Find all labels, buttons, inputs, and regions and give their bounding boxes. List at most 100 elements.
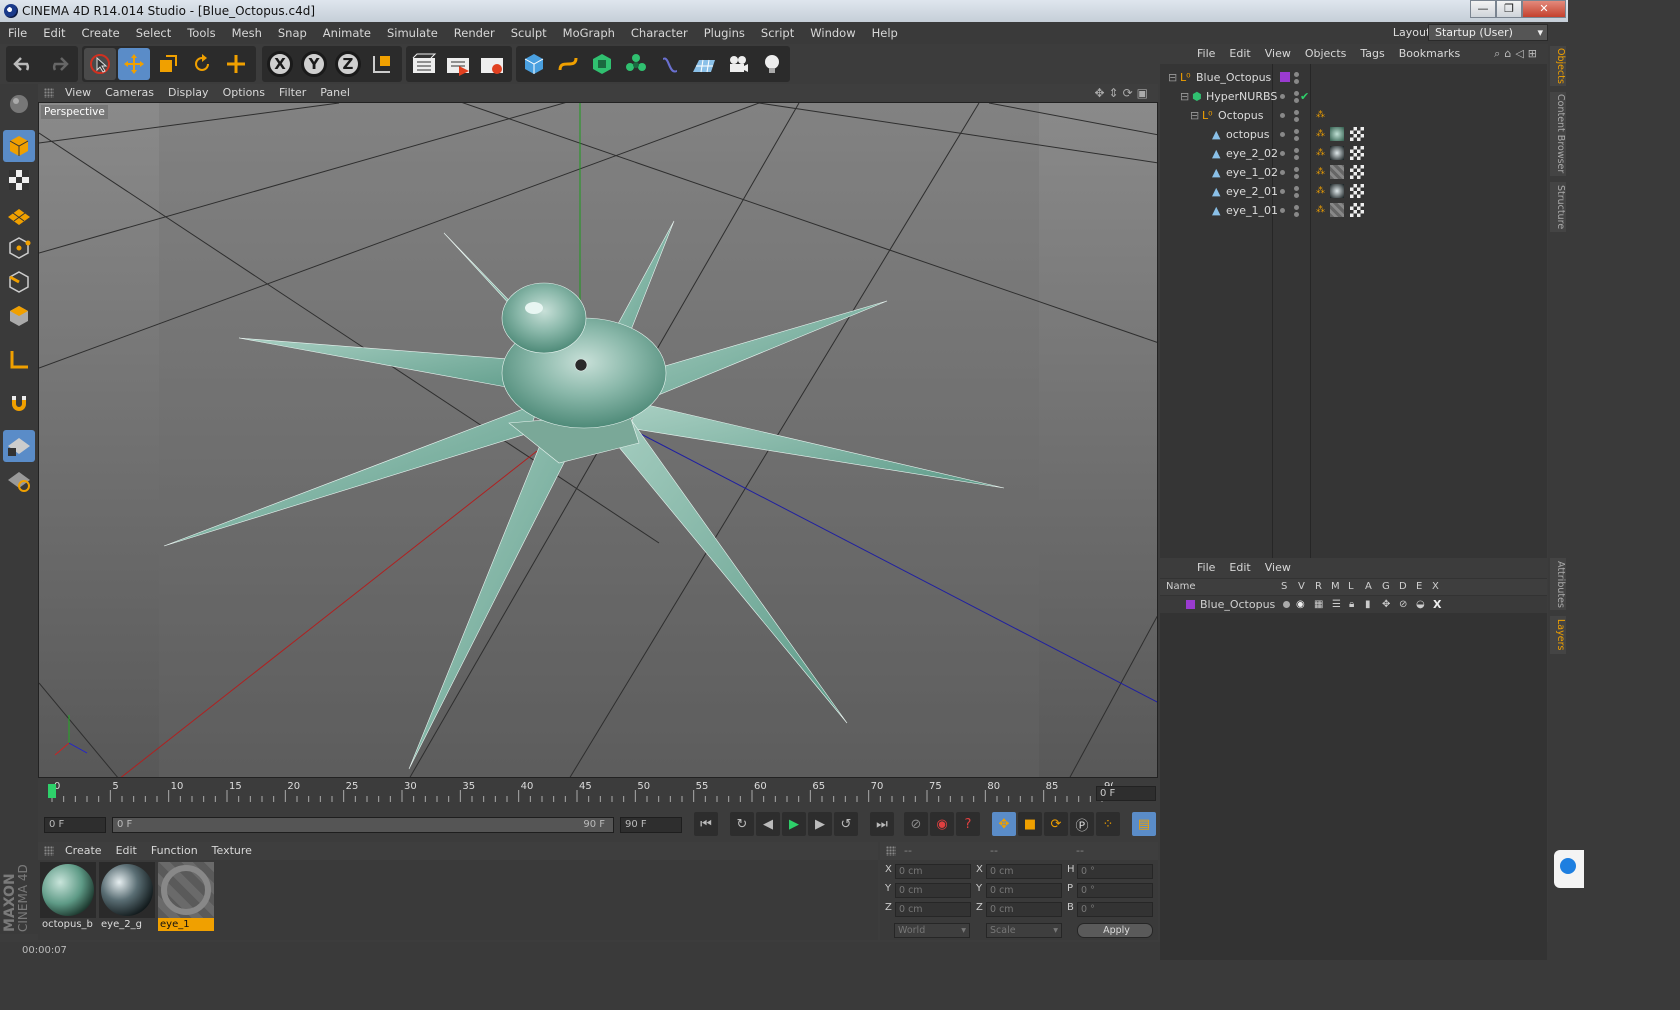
- timeline-ruler[interactable]: 051015202530354045505560657075808590: [48, 780, 1113, 804]
- layer-menu-edit[interactable]: Edit: [1222, 558, 1257, 578]
- frame-range-slider[interactable]: 0 F 90 F: [112, 817, 614, 833]
- object-row[interactable]: ⊟ L⁰ Octopus ⁂: [1160, 106, 1547, 125]
- menu-help[interactable]: Help: [864, 22, 906, 44]
- menu-mesh[interactable]: Mesh: [224, 22, 270, 44]
- material-tag-icon[interactable]: [1330, 127, 1344, 141]
- loop-icon[interactable]: ↻: [730, 812, 754, 836]
- live-selection-icon[interactable]: [84, 48, 116, 80]
- object-row[interactable]: ▲ eye_2_01 ⁂: [1160, 182, 1547, 201]
- material-menu-create[interactable]: Create: [58, 842, 109, 860]
- manager-icon[interactable]: ☰: [1332, 596, 1341, 613]
- obj-menu-bookmarks[interactable]: Bookmarks: [1392, 44, 1467, 64]
- points-mode-icon[interactable]: [3, 232, 35, 264]
- maximize-button[interactable]: ❐: [1496, 0, 1522, 18]
- visible-eye-icon[interactable]: ◉: [1296, 596, 1305, 613]
- camera-icon[interactable]: [722, 48, 754, 80]
- menu-plugins[interactable]: Plugins: [696, 22, 753, 44]
- go-to-start-icon[interactable]: ⏮: [694, 812, 718, 836]
- obj-menu-tags[interactable]: Tags: [1353, 44, 1391, 64]
- scale-tool-icon[interactable]: [152, 48, 184, 80]
- record-keys-disabled-icon[interactable]: ⊘: [904, 812, 928, 836]
- keyframe-selection-icon[interactable]: ?: [956, 812, 980, 836]
- obj-menu-view[interactable]: View: [1258, 44, 1298, 64]
- previous-frame-icon[interactable]: ◀: [756, 812, 780, 836]
- layout-select[interactable]: Startup (User) ▾: [1428, 24, 1548, 41]
- apply-button[interactable]: Apply: [1077, 923, 1153, 938]
- viewport-menu-display[interactable]: Display: [161, 84, 216, 102]
- uvw-tag-icon[interactable]: [1350, 165, 1364, 179]
- y-axis-lock-button[interactable]: Y: [298, 48, 330, 80]
- coordinate-system-icon[interactable]: [366, 48, 398, 80]
- mograph-cloner-icon[interactable]: [620, 48, 652, 80]
- lock-icon[interactable]: 🔒︎: [1349, 596, 1354, 613]
- viewport-menu-cameras[interactable]: Cameras: [98, 84, 161, 102]
- material-tag-icon[interactable]: [1330, 165, 1344, 179]
- undo-icon[interactable]: [8, 48, 40, 80]
- uvw-tag-icon[interactable]: [1350, 203, 1364, 217]
- menu-edit[interactable]: Edit: [35, 22, 73, 44]
- size-x-field[interactable]: 0 cm: [986, 864, 1062, 879]
- uvw-tag-icon[interactable]: [1350, 127, 1364, 141]
- menu-select[interactable]: Select: [128, 22, 179, 44]
- bounce-icon[interactable]: ↺: [834, 812, 858, 836]
- menu-tools[interactable]: Tools: [179, 22, 223, 44]
- material-swatch[interactable]: octopus_b: [40, 862, 96, 932]
- rotation-p-field[interactable]: 0 °: [1077, 883, 1153, 898]
- object-row[interactable]: ▲ eye_1_02 ⁂: [1160, 163, 1547, 182]
- current-frame-field[interactable]: 0 F: [1096, 786, 1156, 801]
- timeline[interactable]: 051015202530354045505560657075808590 0 F: [38, 780, 1158, 810]
- material-menu-texture[interactable]: Texture: [205, 842, 259, 860]
- locked-workplane-icon[interactable]: [3, 430, 35, 462]
- rotation-h-field[interactable]: 0 °: [1077, 864, 1153, 879]
- menu-mograph[interactable]: MoGraph: [555, 22, 623, 44]
- viewport-menu-options[interactable]: Options: [216, 84, 272, 102]
- obj-menu-objects[interactable]: Objects: [1298, 44, 1354, 64]
- 3d-viewport[interactable]: Perspective: [38, 102, 1158, 778]
- light-icon[interactable]: [756, 48, 788, 80]
- expressions-icon[interactable]: ◒: [1416, 596, 1425, 613]
- deformer-icon[interactable]: [654, 48, 686, 80]
- model-mode-icon[interactable]: [3, 130, 35, 162]
- object-row[interactable]: ▲ eye_1_01 ⁂: [1160, 201, 1547, 220]
- close-button[interactable]: ✕: [1522, 0, 1566, 18]
- floor-environment-icon[interactable]: [688, 48, 720, 80]
- menu-file[interactable]: File: [0, 22, 35, 44]
- generators-icon[interactable]: ✥: [1382, 596, 1390, 613]
- key-parameter-icon[interactable]: Ⓟ: [1070, 812, 1094, 836]
- cube-object-icon[interactable]: [518, 48, 550, 80]
- position-x-field[interactable]: 0 cm: [895, 864, 971, 879]
- material-swatch[interactable]: eye_2_g: [99, 862, 155, 932]
- tab-objects[interactable]: Objects: [1550, 46, 1566, 86]
- menu-simulate[interactable]: Simulate: [379, 22, 446, 44]
- chat-widget-icon[interactable]: [1554, 850, 1584, 888]
- timeline-window-icon[interactable]: ▤: [1132, 812, 1156, 836]
- make-editable-icon[interactable]: [3, 88, 35, 120]
- material-tag-icon[interactable]: [1330, 146, 1344, 160]
- key-scale-icon[interactable]: ■: [1018, 812, 1042, 836]
- layer-menu-view[interactable]: View: [1258, 558, 1298, 578]
- redo-icon[interactable]: [42, 48, 74, 80]
- move-tool-icon[interactable]: [118, 48, 150, 80]
- xref-icon[interactable]: X: [1433, 596, 1441, 613]
- object-row[interactable]: ▲ eye_2_02 ⁂: [1160, 144, 1547, 163]
- transform-tool-icon[interactable]: [220, 48, 252, 80]
- planar-workplane-icon[interactable]: [3, 464, 35, 496]
- material-tag-icon[interactable]: [1330, 203, 1344, 217]
- edges-mode-icon[interactable]: [3, 266, 35, 298]
- viewport-menu-panel[interactable]: Panel: [313, 84, 357, 102]
- workplane-mode-icon[interactable]: [3, 198, 35, 230]
- z-axis-lock-button[interactable]: Z: [332, 48, 364, 80]
- render-icon[interactable]: ▦: [1314, 596, 1323, 613]
- object-list[interactable]: ⊟ L⁰ Blue_Octopus ⊟ ⬢ HyperNURBS ✔ ⊟ L⁰ Oct…: [1160, 64, 1547, 576]
- render-settings-icon[interactable]: [476, 48, 508, 80]
- rotate-tool-icon[interactable]: [186, 48, 218, 80]
- material-tag-icon[interactable]: [1330, 184, 1344, 198]
- object-row[interactable]: ⊟ L⁰ Blue_Octopus: [1160, 68, 1547, 87]
- texture-mode-icon[interactable]: [3, 164, 35, 196]
- enabled-check-icon[interactable]: ✔: [1300, 87, 1309, 106]
- menu-window[interactable]: Window: [802, 22, 863, 44]
- menu-character[interactable]: Character: [623, 22, 696, 44]
- menu-snap[interactable]: Snap: [270, 22, 315, 44]
- deformers-icon[interactable]: ⊘: [1399, 596, 1407, 613]
- key-position-icon[interactable]: ✥: [992, 812, 1016, 836]
